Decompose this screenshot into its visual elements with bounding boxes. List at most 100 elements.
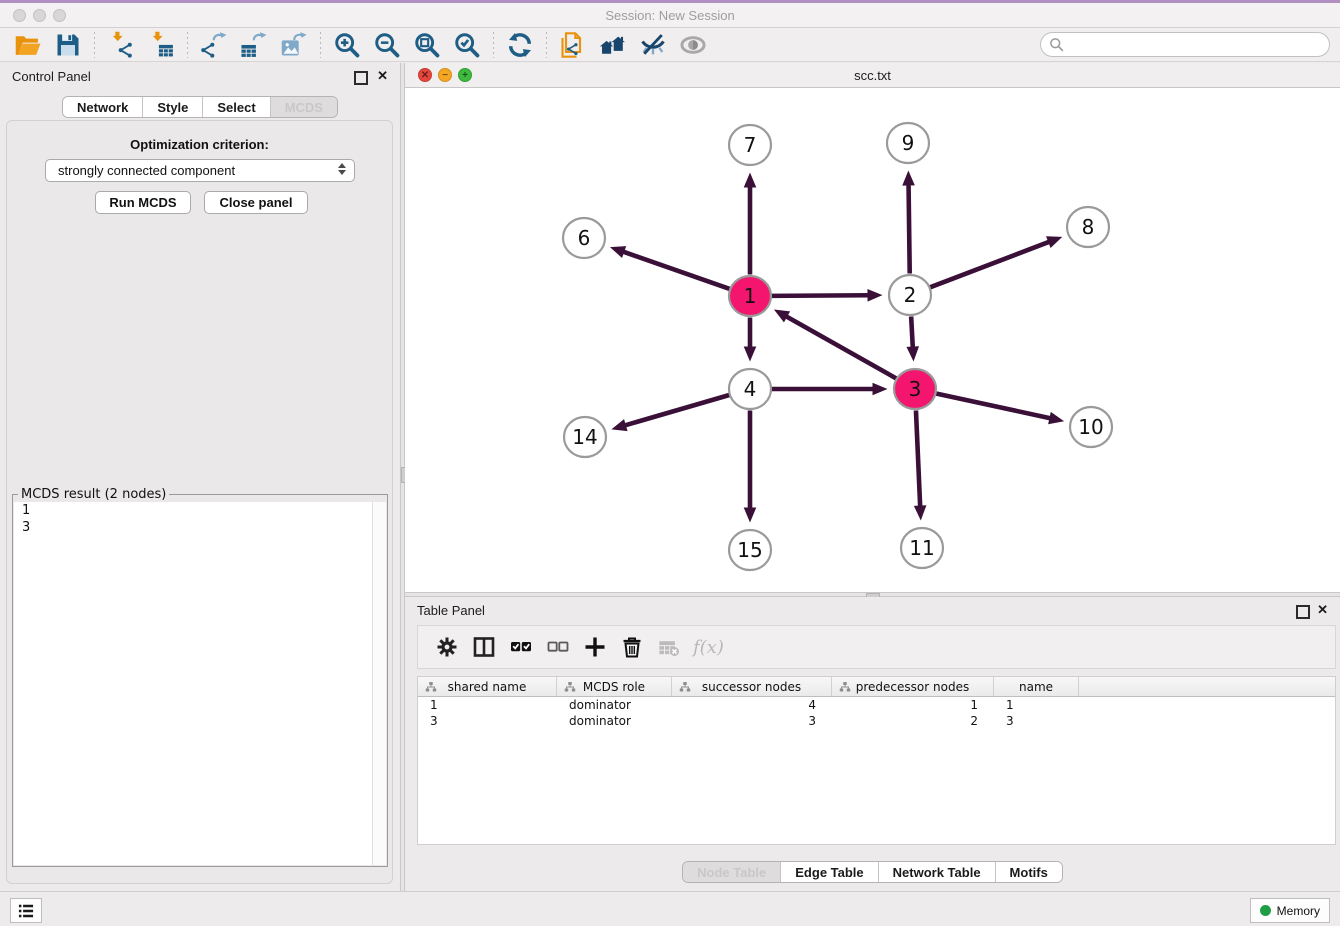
function-builder-icon: f(x) <box>693 637 724 658</box>
network-window-title: scc.txt <box>405 68 1340 83</box>
open-file-icon[interactable] <box>13 30 43 60</box>
column-header-predecessor-nodes[interactable]: predecessor nodes <box>832 677 994 696</box>
table-panel-header: Table Panel ✕ <box>405 597 1340 623</box>
delete-row-icon[interactable] <box>619 634 645 660</box>
node-6[interactable]: 6 <box>563 218 605 258</box>
float-panel-icon[interactable] <box>1296 605 1310 619</box>
mcds-result-group-title: MCDS result (2 nodes) <box>18 487 169 502</box>
column-header-shared-name[interactable]: shared name <box>418 677 557 696</box>
export-image-icon[interactable] <box>279 30 309 60</box>
network-canvas[interactable]: 7 9 6 8 1 2 4 3 14 10 15 11 <box>405 88 1340 592</box>
select-all-icon[interactable] <box>508 634 534 660</box>
zoom-out-icon[interactable] <box>372 30 402 60</box>
table-cell: 3 <box>418 713 557 729</box>
tab-node-table[interactable]: Node Table <box>683 862 781 882</box>
column-header-successor-nodes[interactable]: successor nodes <box>672 677 832 696</box>
edge-1-7[interactable] <box>744 173 757 275</box>
toolbar-separator <box>320 32 321 58</box>
node-4[interactable]: 4 <box>729 369 771 409</box>
export-network-icon[interactable] <box>199 30 229 60</box>
node-10[interactable]: 10 <box>1070 407 1112 447</box>
houses-icon[interactable] <box>598 30 628 60</box>
mcds-result-line: 1 <box>14 502 386 519</box>
svg-text:14: 14 <box>572 425 597 449</box>
column-header-name[interactable]: name <box>994 677 1079 696</box>
mcds-result-line: 3 <box>14 519 386 536</box>
tab-select[interactable]: Select <box>203 97 270 117</box>
table-row[interactable]: 1dominator411 <box>418 697 1335 713</box>
toggle-panel-icon[interactable] <box>471 634 497 660</box>
edge-4-3[interactable] <box>772 383 888 396</box>
mcds-result-lines: 13 <box>14 502 386 536</box>
close-panel-icon[interactable]: ✕ <box>1317 602 1328 618</box>
deselect-all-icon[interactable] <box>545 634 571 660</box>
tab-style[interactable]: Style <box>143 97 203 117</box>
memory-button-label: Memory <box>1277 904 1320 918</box>
import-table-icon[interactable] <box>146 30 176 60</box>
node-1[interactable]: 1 <box>729 276 771 316</box>
tab-network-table[interactable]: Network Table <box>879 862 996 882</box>
column-header-MCDS-role[interactable]: MCDS role <box>557 677 672 696</box>
tab-network[interactable]: Network <box>63 97 143 117</box>
memory-button[interactable]: Memory <box>1250 898 1330 923</box>
run-mcds-button[interactable]: Run MCDS <box>95 191 191 214</box>
tab-edge-table[interactable]: Edge Table <box>781 862 878 882</box>
node-7[interactable]: 7 <box>729 125 771 165</box>
select-stepper-icon <box>338 163 346 175</box>
edge-4-14[interactable] <box>611 395 729 431</box>
search-box[interactable] <box>1040 32 1330 57</box>
close-panel-button[interactable]: Close panel <box>204 191 308 214</box>
edge-2-8[interactable] <box>930 236 1062 287</box>
export-table-icon[interactable] <box>239 30 269 60</box>
search-input[interactable] <box>1069 36 1321 53</box>
optimization-criterion-select[interactable]: strongly connected component <box>45 159 355 182</box>
table-row[interactable]: 3dominator323 <box>418 713 1335 729</box>
edge-1-4[interactable] <box>744 318 757 362</box>
mcds-result-textarea[interactable]: 13 <box>14 502 386 865</box>
search-icon <box>1049 37 1064 52</box>
node-2[interactable]: 2 <box>889 275 931 315</box>
list-icon <box>16 901 36 921</box>
edge-1-2[interactable] <box>771 289 882 302</box>
node-14[interactable]: 14 <box>564 417 606 457</box>
column-settings-icon[interactable] <box>434 634 460 660</box>
node-9[interactable]: 9 <box>887 123 929 163</box>
zoom-fit-icon[interactable] <box>412 30 442 60</box>
hide-graphics-icon[interactable] <box>638 30 668 60</box>
float-panel-icon[interactable] <box>354 71 368 85</box>
optimization-criterion-label: Optimization criterion: <box>7 137 392 152</box>
node-11[interactable]: 11 <box>901 528 943 568</box>
task-history-button[interactable] <box>10 898 42 923</box>
edge-2-3[interactable] <box>906 316 919 361</box>
tab-motifs[interactable]: Motifs <box>996 862 1062 882</box>
edge-3-1[interactable] <box>774 310 896 379</box>
edge-3-11[interactable] <box>914 410 927 520</box>
control-panel-tabs: NetworkStyleSelectMCDS <box>0 96 400 118</box>
node-8[interactable]: 8 <box>1067 207 1109 247</box>
import-network-icon[interactable] <box>106 30 136 60</box>
svg-text:11: 11 <box>909 536 934 560</box>
result-scrollbar[interactable] <box>372 502 386 865</box>
table-cell: 3 <box>994 713 1079 729</box>
node-3[interactable]: 3 <box>894 369 936 409</box>
zoom-in-icon[interactable] <box>332 30 362 60</box>
close-panel-icon[interactable]: ✕ <box>377 68 388 84</box>
zoom-selected-icon[interactable] <box>452 30 482 60</box>
table-cell: 1 <box>418 697 557 713</box>
clone-network-icon[interactable] <box>558 30 588 60</box>
tab-mcds[interactable]: MCDS <box>271 97 337 117</box>
save-session-icon[interactable] <box>53 30 83 60</box>
add-row-icon[interactable] <box>582 634 608 660</box>
table-toolbar: f(x) <box>417 625 1336 669</box>
table-panel: Table Panel ✕ f(x) shared nameMCDS roles… <box>405 597 1340 891</box>
table-cell: 3 <box>672 713 832 729</box>
node-15[interactable]: 15 <box>729 530 771 570</box>
status-bar: Memory <box>0 891 1340 926</box>
mcds-panel-body: Optimization criterion: strongly connect… <box>6 120 393 884</box>
edge-3-10[interactable] <box>936 394 1064 425</box>
attribute-icon <box>564 681 576 696</box>
edge-1-6[interactable] <box>610 246 730 289</box>
edge-4-15[interactable] <box>744 411 757 523</box>
edge-2-9[interactable] <box>902 170 915 273</box>
refresh-icon[interactable] <box>505 30 535 60</box>
